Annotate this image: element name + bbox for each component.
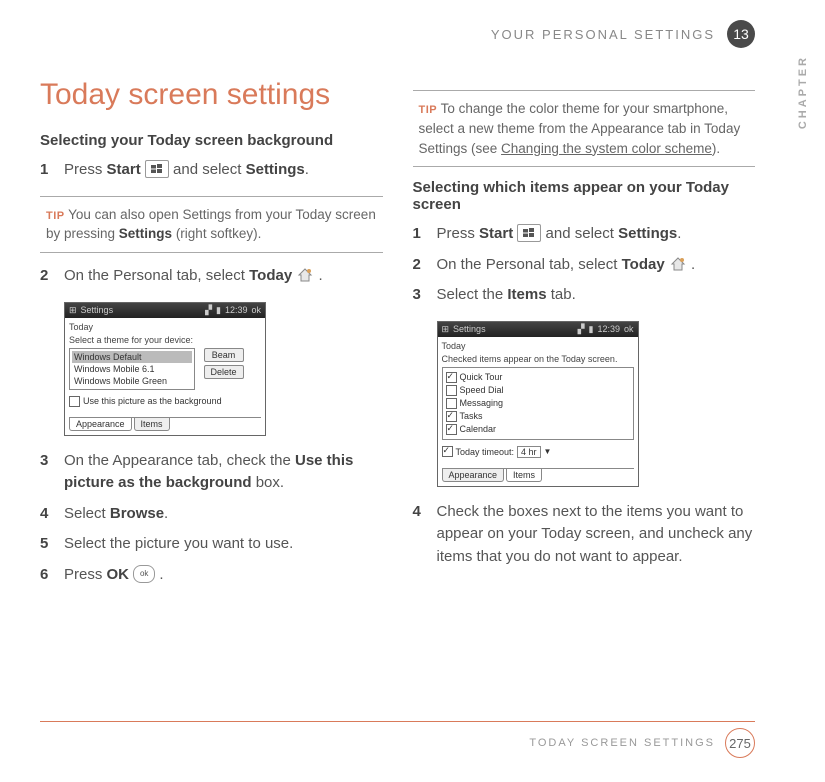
tab-appearance: Appearance	[442, 469, 505, 482]
step-4: Check the boxes next to the items you wa…	[413, 501, 756, 569]
tip-open-settings: TIP You can also open Settings from your…	[40, 196, 383, 254]
beam-button: Beam	[204, 348, 244, 362]
page-footer: TODAY SCREEN SETTINGS 275	[40, 721, 755, 758]
checkbox-icon	[446, 424, 457, 435]
today-house-icon	[669, 256, 687, 272]
subhead-items: Selecting which items appear on your Tod…	[413, 179, 756, 213]
steps-background: Press Start and select Settings.	[40, 159, 383, 182]
chapter-number-badge: 13	[727, 20, 755, 48]
footer-page-number: 275	[725, 728, 755, 758]
link-color-scheme[interactable]: Changing the system color scheme	[501, 141, 712, 156]
footer-section-title: TODAY SCREEN SETTINGS	[529, 737, 715, 749]
today-house-icon	[296, 267, 314, 283]
ss-titlebar: ⊞ Settings ▞ ▮ 12:39 ok	[438, 322, 638, 337]
step-6: Press OK ok .	[40, 564, 383, 587]
step-3: On the Appearance tab, check the Use thi…	[40, 450, 383, 495]
ss-titlebar: ⊞ Settings ▞ ▮ 12:39 ok	[65, 303, 265, 318]
dropdown-icon: ▼	[544, 447, 552, 456]
step-2: On the Personal tab, select Today .	[40, 265, 383, 288]
step-1: Press Start and select Settings.	[413, 223, 756, 246]
screenshot-appearance-tab: ⊞ Settings ▞ ▮ 12:39 ok Today Select a t…	[64, 302, 266, 436]
ok-icon: ok	[624, 324, 634, 334]
windows-start-icon	[517, 224, 541, 242]
checkbox-icon	[446, 411, 457, 422]
items-list: Quick Tour Speed Dial Messaging Tasks Ca…	[442, 367, 634, 440]
step-4: Select Browse.	[40, 503, 383, 526]
right-column: TIP To change the color theme for your s…	[413, 78, 756, 600]
checkbox-icon	[446, 385, 457, 396]
screenshot-items-tab: ⊞ Settings ▞ ▮ 12:39 ok Today Checked it…	[437, 321, 639, 487]
chapter-side-label: CHAPTER	[797, 55, 809, 129]
signal-icon: ▞	[578, 324, 585, 335]
tip-label: TIP	[419, 104, 438, 116]
windows-flag-icon: ⊞	[442, 324, 450, 335]
tab-items: Items	[134, 418, 170, 431]
steps-items: Press Start and select Settings. On the …	[413, 223, 756, 307]
page-title: Today screen settings	[40, 78, 383, 112]
signal-icon: ▞	[205, 305, 212, 316]
page-header: YOUR PERSONAL SETTINGS 13	[40, 20, 755, 48]
step-1: Press Start and select Settings.	[40, 159, 383, 182]
ok-icon: ok	[251, 305, 261, 315]
step-5: Select the picture you want to use.	[40, 533, 383, 556]
delete-button: Delete	[204, 365, 244, 379]
steps-background-cont: On the Personal tab, select Today .	[40, 265, 383, 288]
subhead-background: Selecting your Today screen background	[40, 132, 383, 149]
left-column: Today screen settings Selecting your Tod…	[40, 78, 383, 600]
checkbox-icon	[446, 372, 457, 383]
ok-button-icon: ok	[133, 565, 155, 583]
battery-icon: ▮	[216, 305, 221, 316]
tip-label: TIP	[46, 210, 65, 222]
checkbox-icon	[442, 446, 453, 457]
tab-items: Items	[506, 469, 542, 482]
windows-start-icon	[145, 160, 169, 178]
timeout-select: 4 hr	[517, 446, 541, 458]
tip-color-theme: TIP To change the color theme for your s…	[413, 90, 756, 167]
windows-flag-icon: ⊞	[69, 305, 77, 316]
checkbox-icon	[69, 396, 80, 407]
steps-items-cont: Check the boxes next to the items you wa…	[413, 501, 756, 569]
battery-icon: ▮	[589, 324, 594, 335]
checkbox-icon	[446, 398, 457, 409]
tab-appearance: Appearance	[69, 418, 132, 431]
step-2: On the Personal tab, select Today .	[413, 254, 756, 277]
steps-background-cont2: On the Appearance tab, check the Use thi…	[40, 450, 383, 587]
header-section-title: YOUR PERSONAL SETTINGS	[491, 27, 715, 42]
step-3: Select the Items tab.	[413, 284, 756, 307]
theme-list: Windows Default Windows Mobile 6.1 Windo…	[69, 348, 195, 390]
